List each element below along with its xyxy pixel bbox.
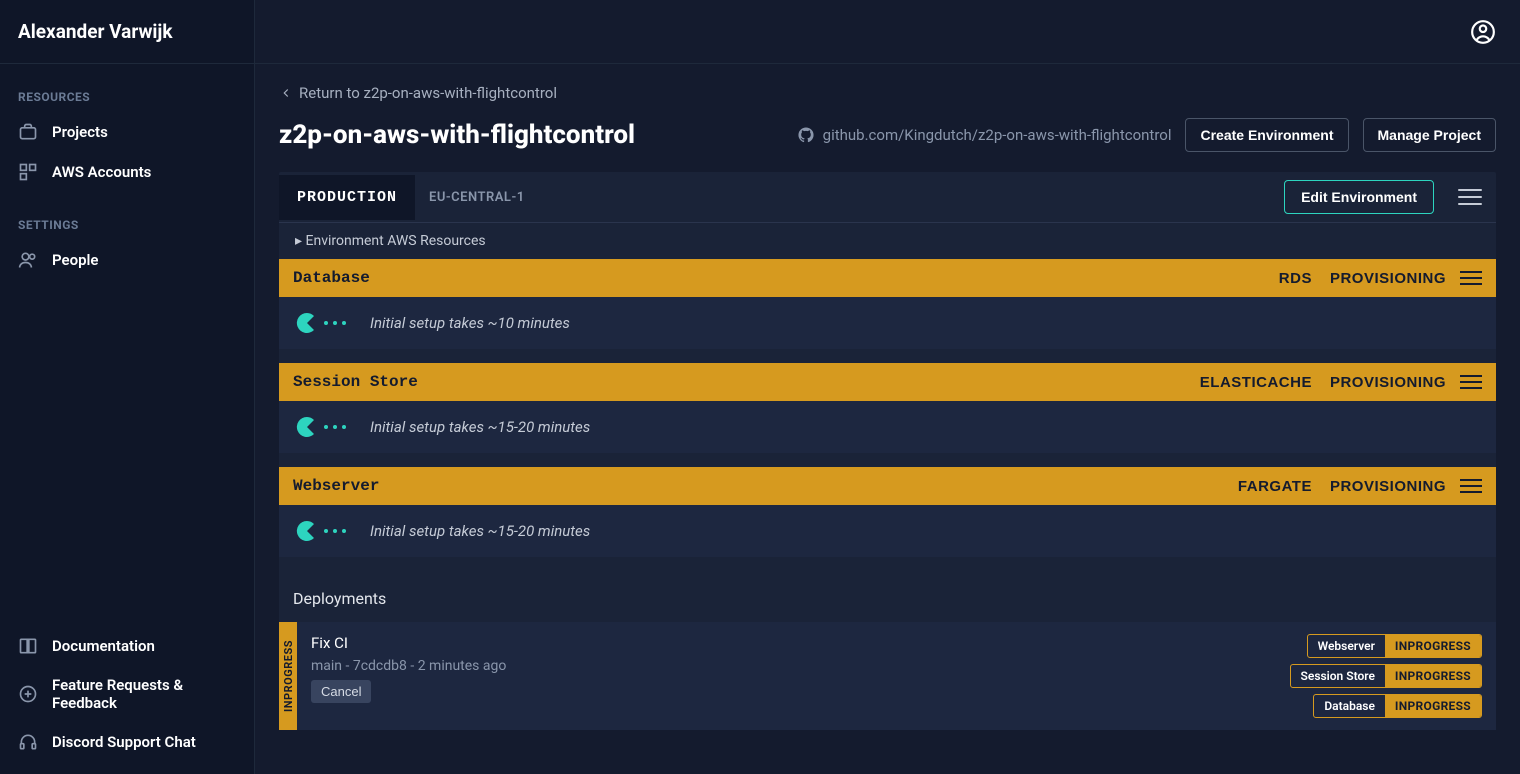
sidebar-item-feedback[interactable]: Feature Requests & Feedback bbox=[0, 666, 254, 722]
sidebar-item-projects[interactable]: Projects bbox=[0, 112, 254, 152]
sidebar-header: Alexander Varwijk bbox=[0, 0, 254, 64]
service-menu-button[interactable] bbox=[1460, 269, 1482, 287]
env-menu-button[interactable] bbox=[1458, 185, 1482, 209]
badge-status: INPROGRESS bbox=[1385, 695, 1481, 717]
service-header-database: Database RDS PROVISIONING bbox=[279, 259, 1496, 297]
service-name: Database bbox=[293, 269, 1279, 287]
sidebar-item-label: AWS Accounts bbox=[52, 163, 151, 181]
owner-name: Alexander Varwijk bbox=[18, 20, 236, 43]
deployment-meta: main - 7cdcdb8 - 2 minutes ago bbox=[311, 658, 506, 674]
grid-icon bbox=[18, 162, 38, 182]
return-link[interactable]: Return to z2p-on-aws-with-flightcontrol bbox=[279, 84, 1496, 102]
deployment-stripe-label: INPROGRESS bbox=[282, 640, 295, 712]
service-type: ELASTICACHE bbox=[1200, 374, 1312, 391]
env-region: EU-CENTRAL-1 bbox=[415, 176, 539, 219]
return-label: Return to z2p-on-aws-with-flightcontrol bbox=[299, 84, 557, 102]
repo-link[interactable]: github.com/Kingdutch/z2p-on-aws-with-fli… bbox=[797, 126, 1172, 144]
service-type: FARGATE bbox=[1238, 478, 1312, 495]
service-message: Initial setup takes ~15-20 minutes bbox=[370, 418, 590, 436]
service-body-webserver: Initial setup takes ~15-20 minutes bbox=[279, 505, 1496, 557]
edit-environment-button[interactable]: Edit Environment bbox=[1284, 180, 1434, 214]
service-type: RDS bbox=[1279, 270, 1312, 287]
deployment-title[interactable]: Fix CI bbox=[311, 634, 506, 652]
loading-pacman-icon bbox=[295, 311, 346, 335]
deployment-status-stripe: INPROGRESS bbox=[279, 622, 297, 730]
deployment-badge: Database INPROGRESS bbox=[1313, 694, 1482, 718]
deployment-badge: Session Store INPROGRESS bbox=[1290, 664, 1482, 688]
env-resources-label: Environment AWS Resources bbox=[306, 233, 486, 249]
service-header-webserver: Webserver FARGATE PROVISIONING bbox=[279, 467, 1496, 505]
plus-circle-icon bbox=[18, 684, 38, 704]
service-header-session-store: Session Store ELASTICACHE PROVISIONING bbox=[279, 363, 1496, 401]
user-avatar-button[interactable] bbox=[1470, 19, 1496, 45]
sidebar-item-label: Documentation bbox=[52, 637, 155, 655]
section-settings-label: SETTINGS bbox=[0, 208, 254, 240]
service-status: PROVISIONING bbox=[1330, 478, 1446, 495]
cancel-deployment-button[interactable]: Cancel bbox=[311, 680, 371, 703]
arrow-left-icon bbox=[279, 86, 293, 100]
briefcase-icon bbox=[18, 122, 38, 142]
service-body-session-store: Initial setup takes ~15-20 minutes bbox=[279, 401, 1496, 453]
user-circle-icon bbox=[1470, 19, 1496, 45]
sidebar-item-people[interactable]: People bbox=[0, 240, 254, 280]
service-name: Session Store bbox=[293, 373, 1200, 391]
github-icon bbox=[797, 126, 815, 144]
section-resources-label: RESOURCES bbox=[0, 80, 254, 112]
badge-name: Session Store bbox=[1291, 665, 1385, 687]
manage-project-button[interactable]: Manage Project bbox=[1363, 118, 1496, 152]
book-icon bbox=[18, 636, 38, 656]
badge-status: INPROGRESS bbox=[1385, 635, 1481, 657]
sidebar-item-label: Feature Requests & Feedback bbox=[52, 676, 236, 712]
service-menu-button[interactable] bbox=[1460, 477, 1482, 495]
badge-status: INPROGRESS bbox=[1385, 665, 1481, 687]
badge-name: Database bbox=[1314, 695, 1385, 717]
sidebar-item-label: Discord Support Chat bbox=[52, 733, 196, 751]
create-environment-button[interactable]: Create Environment bbox=[1185, 118, 1348, 152]
users-icon bbox=[18, 250, 38, 270]
sidebar-item-aws-accounts[interactable]: AWS Accounts bbox=[0, 152, 254, 192]
service-menu-button[interactable] bbox=[1460, 373, 1482, 391]
service-message: Initial setup takes ~15-20 minutes bbox=[370, 522, 590, 540]
triangle-right-icon: ▸ bbox=[295, 233, 302, 249]
service-status: PROVISIONING bbox=[1330, 270, 1446, 287]
deployment-badge: Webserver INPROGRESS bbox=[1307, 634, 1482, 658]
loading-pacman-icon bbox=[295, 415, 346, 439]
deployment-row: INPROGRESS Fix CI main - 7cdcdb8 - 2 min… bbox=[279, 622, 1496, 730]
tab-production[interactable]: PRODUCTION bbox=[279, 175, 415, 220]
loading-pacman-icon bbox=[295, 519, 346, 543]
page-title: z2p-on-aws-with-flightcontrol bbox=[279, 120, 635, 150]
sidebar-item-discord[interactable]: Discord Support Chat bbox=[0, 722, 254, 762]
headphones-icon bbox=[18, 732, 38, 752]
repo-url: github.com/Kingdutch/z2p-on-aws-with-fli… bbox=[823, 126, 1172, 144]
sidebar-item-label: Projects bbox=[52, 123, 108, 141]
badge-name: Webserver bbox=[1308, 635, 1385, 657]
service-message: Initial setup takes ~10 minutes bbox=[370, 314, 570, 332]
env-resources-expand[interactable]: ▸ Environment AWS Resources bbox=[279, 223, 1496, 259]
service-status: PROVISIONING bbox=[1330, 374, 1446, 391]
sidebar: Alexander Varwijk RESOURCES Projects AWS… bbox=[0, 0, 255, 774]
topbar bbox=[255, 0, 1520, 64]
sidebar-item-documentation[interactable]: Documentation bbox=[0, 626, 254, 666]
sidebar-item-label: People bbox=[52, 251, 99, 269]
service-body-database: Initial setup takes ~10 minutes bbox=[279, 297, 1496, 349]
deployments-heading: Deployments bbox=[279, 571, 1496, 622]
service-name: Webserver bbox=[293, 477, 1238, 495]
